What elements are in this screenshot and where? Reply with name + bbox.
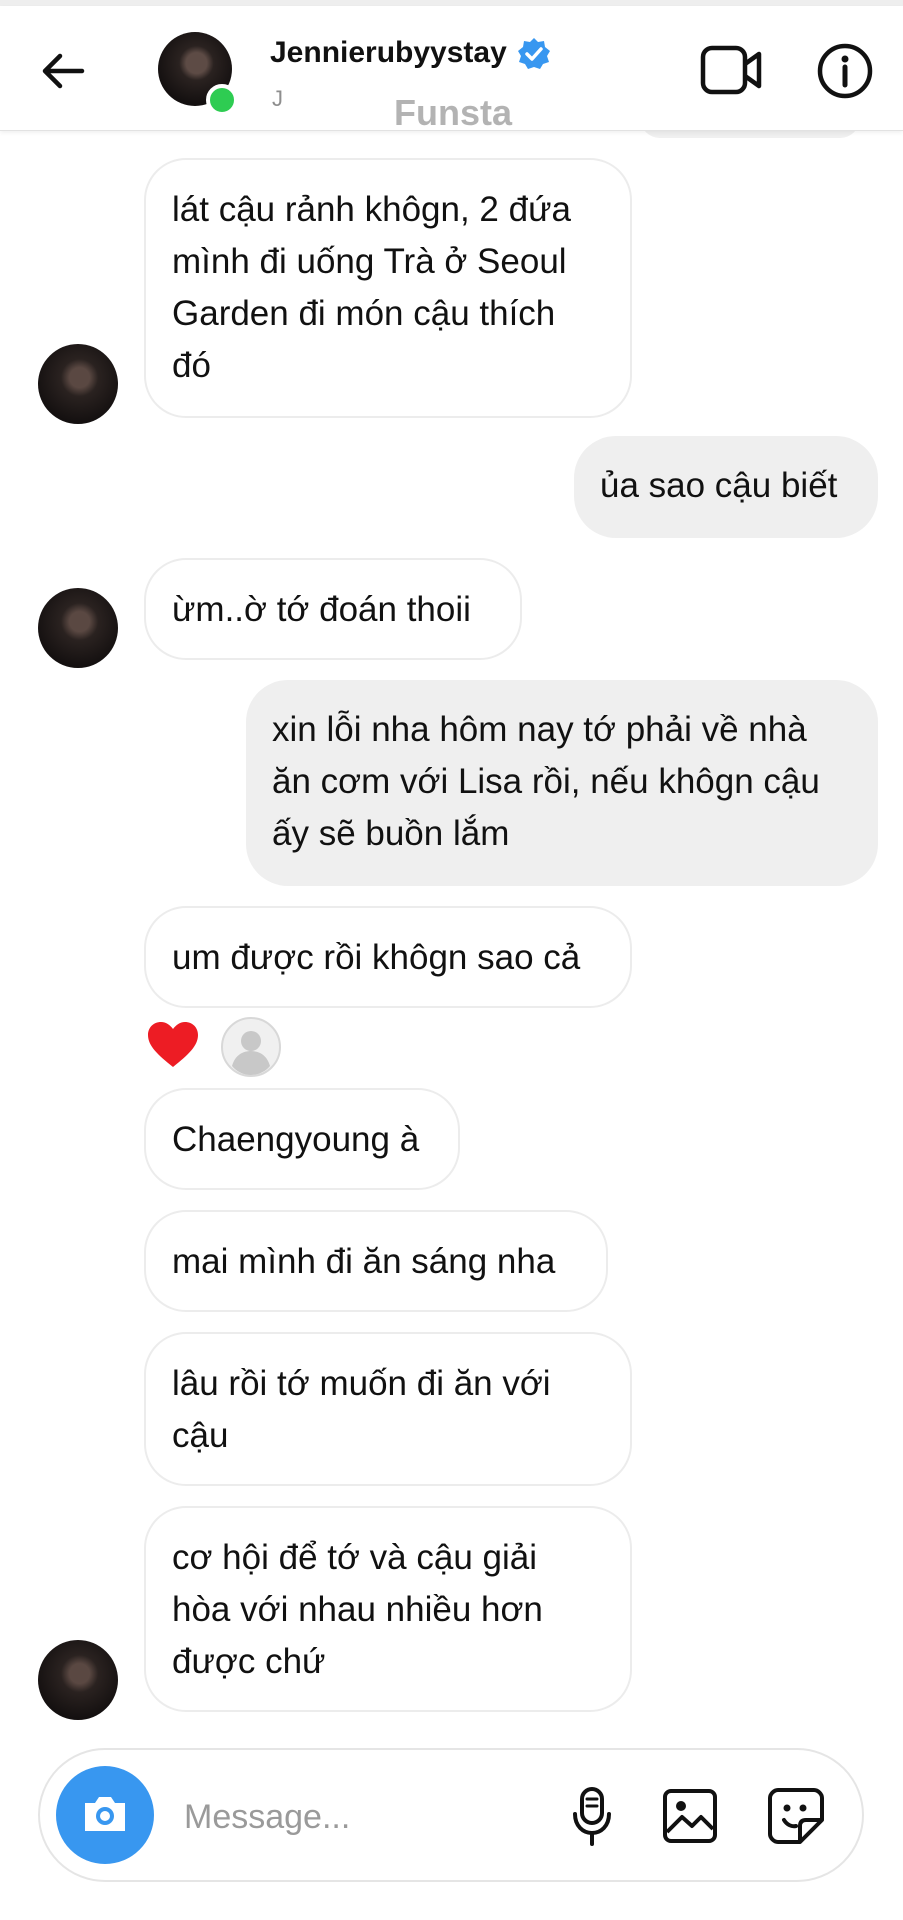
message-line: cậu [172, 1416, 229, 1455]
info-button[interactable] [816, 42, 874, 100]
back-button[interactable] [38, 46, 88, 96]
message-line: ừm..ờ tớ đoán thoii [172, 590, 471, 629]
video-camera-icon [700, 45, 762, 95]
message-composer [38, 1748, 864, 1882]
funsta-overlay-text: Funsta [394, 92, 513, 133]
arrow-left-icon [42, 53, 85, 89]
sticker-icon[interactable] [766, 1786, 826, 1846]
message-line: ăn cơm với Lisa rồi, nếu khôgn cậu [272, 762, 820, 801]
camera-button[interactable] [56, 1766, 154, 1864]
incoming-message-bubble[interactable]: mai mình đi ăn sáng nha [144, 1210, 608, 1312]
message-line: Chaengyoung à [172, 1120, 420, 1159]
message-line: um được rồi khôgn sao cả [172, 938, 581, 977]
contact-name[interactable]: Jennierubyystay [270, 36, 507, 70]
camera-icon [85, 1797, 125, 1831]
message-line: mai mình đi ăn sáng nha [172, 1242, 556, 1281]
sender-avatar[interactable] [38, 588, 118, 668]
message-line: ấy sẽ buồn lắm [272, 814, 510, 853]
incoming-message-bubble[interactable]: cơ hội để tớ và cậu giải hòa với nhau nh… [144, 1506, 632, 1712]
sender-avatar[interactable] [38, 344, 118, 424]
incoming-message-bubble[interactable]: Chaengyoung à [144, 1088, 460, 1190]
verified-badge-icon [518, 38, 550, 69]
incoming-message-bubble[interactable]: lâu rồi tớ muốn đi ăn với cậu [144, 1332, 632, 1486]
message-line: được chứ [172, 1642, 326, 1681]
heart-icon[interactable] [146, 1020, 200, 1070]
reactor-avatar[interactable] [220, 1016, 282, 1078]
outgoing-message-bubble[interactable]: ủa sao cậu biết [574, 436, 878, 538]
online-status-dot [206, 84, 238, 116]
contact-subtitle: J [272, 86, 283, 111]
image-icon[interactable] [662, 1788, 718, 1844]
message-line: hòa với nhau nhiều hơn [172, 1590, 543, 1629]
video-call-button[interactable] [700, 42, 764, 98]
info-icon [817, 43, 873, 99]
incoming-message-bubble[interactable]: lát cậu rảnh khôgn, 2 đứa mình đi uống T… [144, 158, 632, 418]
message-line: mình đi uống Trà ở Seoul [172, 242, 567, 281]
sender-avatar[interactable] [38, 1640, 118, 1720]
incoming-message-bubble[interactable]: um được rồi khôgn sao cả [144, 906, 632, 1008]
incoming-message-bubble[interactable]: ừm..ờ tớ đoán thoii [144, 558, 522, 660]
outgoing-message-bubble[interactable]: xin lỗi nha hôm nay tớ phải về nhà ăn cơ… [246, 680, 878, 886]
chat-header: Jennierubyystay J Funsta [0, 6, 903, 133]
message-line: Garden đi món cậu thích [172, 294, 556, 333]
microphone-icon[interactable] [566, 1786, 618, 1848]
message-line: cơ hội để tớ và cậu giải [172, 1538, 537, 1577]
message-line: xin lỗi nha hôm nay tớ phải về nhà [272, 710, 807, 749]
message-line: lâu rồi tớ muốn đi ăn với [172, 1364, 551, 1403]
message-line: đó [172, 346, 211, 385]
message-line: ủa sao cậu biết [600, 466, 838, 505]
message-line: lát cậu rảnh khôgn, 2 đứa [172, 190, 571, 229]
message-input[interactable] [182, 1788, 566, 1846]
